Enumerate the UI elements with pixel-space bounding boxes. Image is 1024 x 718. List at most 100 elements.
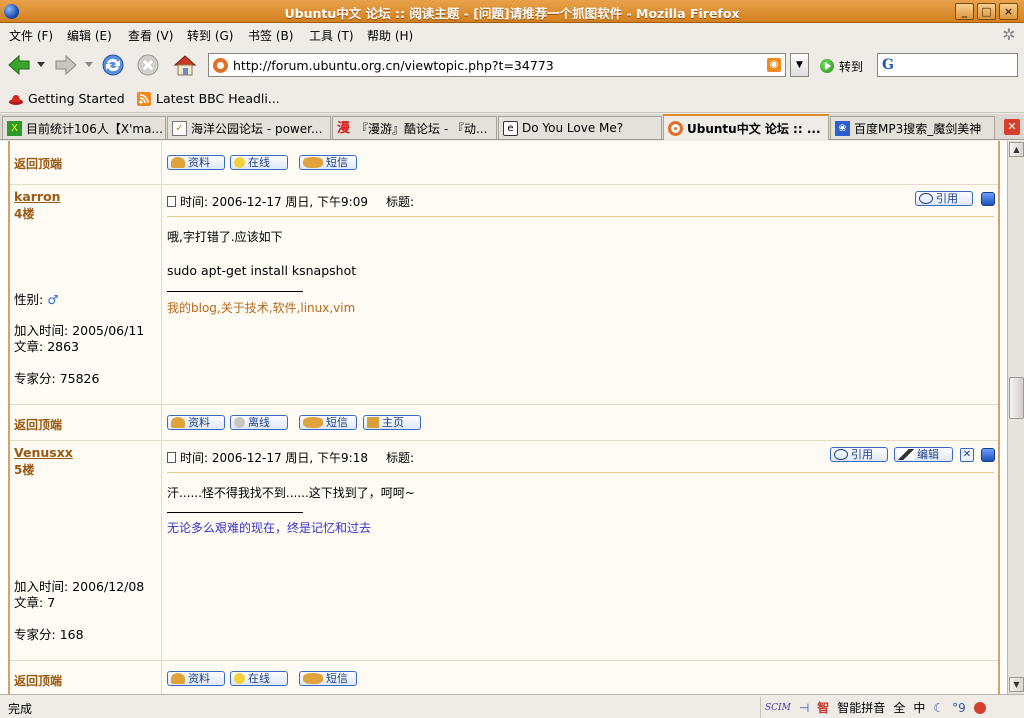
search-box[interactable]: G bbox=[877, 53, 1018, 77]
button-label: 短信 bbox=[326, 156, 348, 169]
menu-bookmarks[interactable]: 书签 (B) bbox=[248, 27, 293, 44]
status-text: 完成 bbox=[8, 702, 33, 716]
menu-go[interactable]: 转到 (G) bbox=[187, 27, 233, 44]
quote-icon bbox=[834, 449, 848, 460]
site-favicon-icon: e bbox=[503, 120, 518, 136]
address-bar[interactable]: ◉ bbox=[208, 53, 786, 77]
delete-post-button[interactable]: ✕ bbox=[960, 448, 974, 462]
back-history-dropdown[interactable] bbox=[35, 51, 47, 79]
menu-view[interactable]: 查看 (V) bbox=[128, 27, 173, 44]
back-to-top-link[interactable]: 返回顶端 bbox=[14, 416, 62, 433]
vertical-scrollbar[interactable]: ▲ ▼ bbox=[1007, 141, 1024, 694]
go-button[interactable]: 转到 bbox=[820, 56, 863, 76]
private-message-button[interactable]: 短信 bbox=[299, 671, 357, 686]
maximize-button[interactable]: □ bbox=[977, 3, 996, 20]
forward-arrow-icon bbox=[55, 54, 77, 76]
offline-status-button[interactable]: 离线 bbox=[230, 415, 288, 430]
quote-button[interactable]: 引用 bbox=[830, 447, 888, 462]
profile-button[interactable]: 资料 bbox=[167, 155, 225, 170]
scim-input-method-panel[interactable]: SCIM ⊣ 智 智能拼音 全 中 ☾ °9 bbox=[760, 697, 1024, 718]
post-footer-row: 返回顶端 资料 离线 短信 主页 bbox=[10, 405, 998, 441]
post-text-line: 哦,字打错了.应该如下 bbox=[167, 230, 283, 244]
quote-button[interactable]: 引用 bbox=[915, 191, 973, 206]
ime-name[interactable]: 智能拼音 bbox=[837, 699, 885, 716]
post-footer-left: 返回顶端 bbox=[10, 661, 162, 694]
post-body: 时间: 2006-12-17 周日, 下午9:09 标题: 引用 哦,字打错了.… bbox=[163, 185, 998, 404]
menu-edit[interactable]: 编辑 (E) bbox=[67, 27, 112, 44]
button-label: 在线 bbox=[248, 672, 270, 685]
throbber-icon: ✲ bbox=[1002, 25, 1016, 44]
online-status-button[interactable]: 在线 bbox=[230, 155, 288, 170]
baidu-paw-icon: ❀ bbox=[835, 120, 850, 136]
back-button[interactable] bbox=[6, 51, 32, 79]
window-title-bar[interactable]: Ubuntu中文 论坛 :: 阅读主题 - [问题]请推荐一个抓图软件 - Mo… bbox=[0, 0, 1024, 23]
private-message-button[interactable]: 短信 bbox=[299, 415, 357, 430]
keyboard-status-icon[interactable] bbox=[973, 701, 986, 714]
url-history-dropdown[interactable]: ▼ bbox=[790, 53, 809, 77]
rss-feed-icon[interactable]: ◉ bbox=[767, 58, 781, 72]
scroll-down-button[interactable]: ▼ bbox=[1009, 677, 1024, 692]
red-hat-icon bbox=[9, 94, 23, 105]
tab-label: 百度MP3搜索_魔剑美神 bbox=[854, 121, 982, 136]
button-label: 离线 bbox=[248, 416, 270, 429]
reload-icon bbox=[102, 54, 124, 76]
post-footer-right: 资料 在线 短信 bbox=[163, 141, 998, 184]
tab-ocean-park[interactable]: ✓ 海洋公园论坛 - power... bbox=[167, 116, 331, 139]
menu-tools[interactable]: 工具 (T) bbox=[309, 27, 354, 44]
tab-do-you-love-me[interactable]: e Do You Love Me? bbox=[498, 116, 662, 139]
punctuation-toggle[interactable]: °9 bbox=[952, 701, 966, 715]
author-username[interactable]: Venusxx bbox=[14, 445, 73, 460]
button-label: 短信 bbox=[326, 672, 348, 685]
forward-history-dropdown[interactable] bbox=[83, 51, 95, 79]
forward-button[interactable] bbox=[53, 51, 79, 79]
tab-baidu-mp3[interactable]: ❀ 百度MP3搜索_魔剑美神 bbox=[830, 116, 995, 139]
online-status-button[interactable]: 在线 bbox=[230, 671, 288, 686]
url-input[interactable] bbox=[233, 56, 753, 74]
profile-button[interactable]: 资料 bbox=[167, 671, 225, 686]
scroll-thumb[interactable] bbox=[1009, 377, 1024, 419]
home-icon bbox=[367, 417, 379, 428]
fullwidth-toggle[interactable]: 全 bbox=[893, 699, 905, 716]
private-message-button[interactable]: 短信 bbox=[299, 155, 357, 170]
post-document-icon bbox=[167, 452, 176, 463]
bookmark-getting-started[interactable]: Getting Started bbox=[9, 91, 125, 106]
scim-logo-icon[interactable]: SCIM bbox=[765, 703, 791, 712]
author-username[interactable]: karron bbox=[14, 189, 61, 204]
button-label: 资料 bbox=[188, 672, 210, 685]
tab-manyou-forum[interactable]: 漫 『漫游』酷论坛 - 『动... bbox=[332, 116, 497, 139]
tab-xmas-stats[interactable]: X 目前统计106人【X'ma... bbox=[2, 116, 166, 139]
post-row: Venusxx 5楼 加入时间: 2006/12/08 文章: 7 专家分: 1… bbox=[10, 441, 998, 661]
close-window-button[interactable]: × bbox=[999, 3, 1018, 20]
post-top-icon[interactable] bbox=[981, 192, 995, 206]
home-icon bbox=[173, 55, 197, 76]
google-search-icon[interactable]: G bbox=[882, 57, 898, 73]
menu-help[interactable]: 帮助 (H) bbox=[367, 27, 413, 44]
minimize-button[interactable]: _ bbox=[955, 3, 974, 20]
post-document-icon bbox=[167, 196, 176, 207]
stop-button[interactable] bbox=[134, 51, 162, 79]
tab-label: Do You Love Me? bbox=[522, 121, 624, 135]
profile-button[interactable]: 资料 bbox=[167, 415, 225, 430]
bookmark-label: Getting Started bbox=[28, 91, 125, 106]
menu-file[interactable]: 文件 (F) bbox=[9, 27, 53, 44]
back-to-top-link[interactable]: 返回顶端 bbox=[14, 155, 62, 172]
edit-post-button[interactable]: 编辑 bbox=[894, 447, 953, 462]
home-button[interactable] bbox=[170, 51, 200, 79]
tab-ubuntu-forum[interactable]: Ubuntu中文 论坛 :: ... bbox=[663, 114, 829, 140]
moon-icon[interactable]: ☾ bbox=[933, 701, 944, 715]
tab-label: 海洋公园论坛 - power... bbox=[191, 121, 323, 136]
close-tab-button[interactable]: ✕ bbox=[1004, 119, 1020, 135]
post-top-icon[interactable] bbox=[981, 448, 995, 462]
back-to-top-link[interactable]: 返回顶端 bbox=[14, 672, 62, 689]
post-footer-row: 返回顶端 资料 在线 短信 bbox=[10, 661, 998, 694]
tab-label: Ubuntu中文 论坛 :: ... bbox=[687, 121, 821, 136]
language-toggle[interactable]: 中 bbox=[913, 699, 925, 716]
bookmark-bbc-headlines[interactable]: Latest BBC Headli... bbox=[137, 91, 280, 106]
go-label: 转到 bbox=[839, 59, 864, 74]
author-expert-score: 专家分: 75826 bbox=[14, 368, 99, 387]
scroll-up-button[interactable]: ▲ bbox=[1009, 142, 1024, 157]
pin-icon[interactable]: ⊣ bbox=[799, 701, 809, 715]
signature-divider bbox=[167, 512, 303, 513]
reload-button[interactable] bbox=[99, 51, 127, 79]
homepage-button[interactable]: 主页 bbox=[363, 415, 421, 430]
